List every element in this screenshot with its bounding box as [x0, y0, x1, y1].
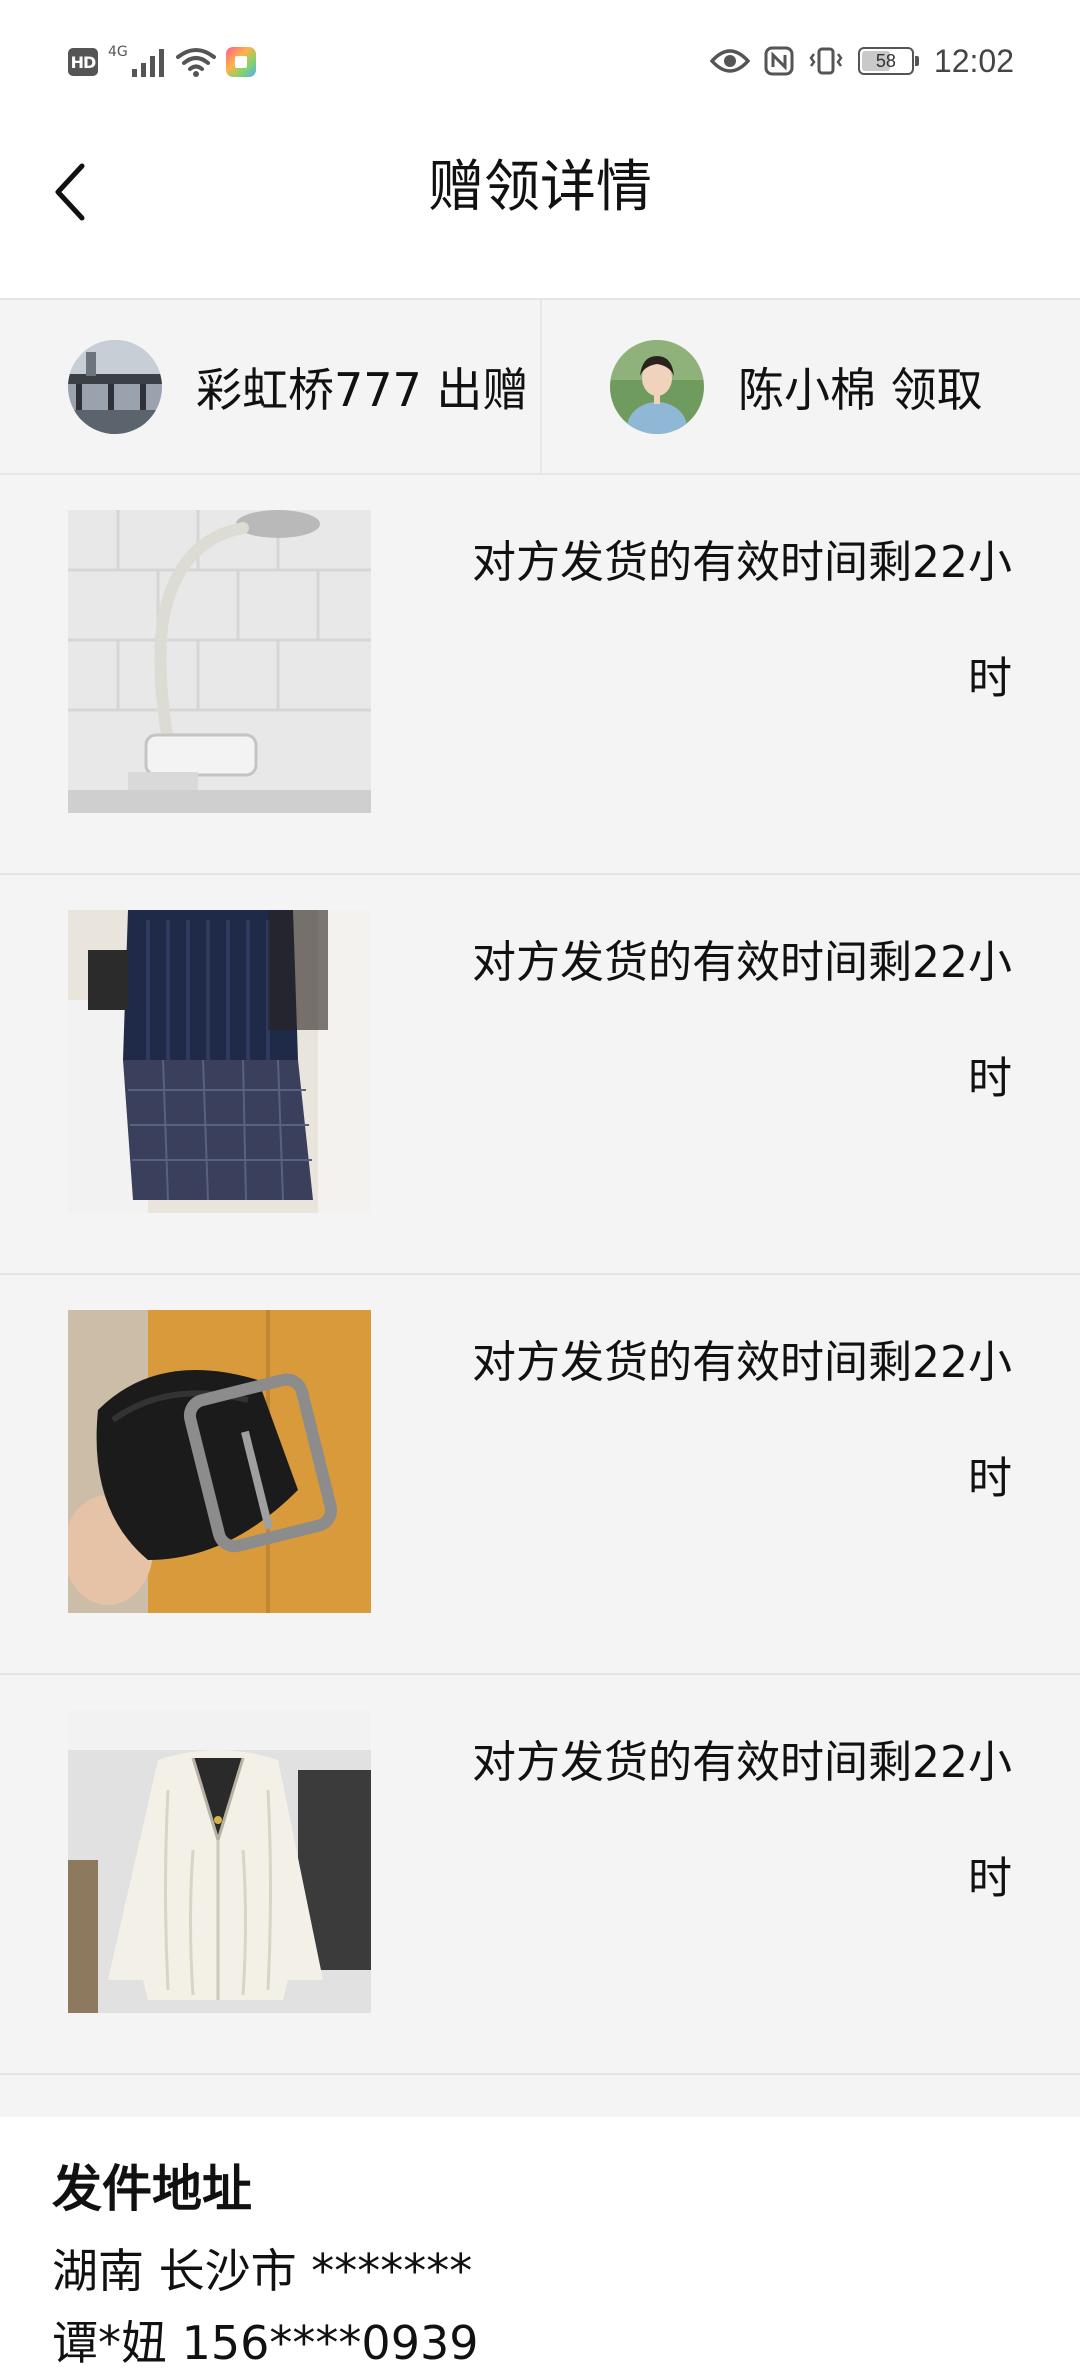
address-region: 湖南 长沙市 ******* — [52, 2244, 473, 2298]
receiver-label: 陈小棉 领取 — [738, 362, 983, 417]
giver-label: 彩虹桥777 出赠 — [196, 362, 529, 417]
header: 赠领详情 — [0, 120, 1080, 298]
address-contact: 谭*妞 156****0939 — [52, 2316, 479, 2370]
page-title: 赠领详情 — [428, 155, 652, 220]
gift-list: 对方发货的有效时间剩22小时 对方发货的有效时间剩22小时 对方发货的有效时间剩… — [0, 475, 1080, 2117]
clock: 12:02 — [933, 42, 1014, 79]
gift-image-desk-lamp[interactable] — [68, 510, 371, 813]
gift-image-vest-skirt[interactable] — [68, 910, 371, 1213]
hd-icon: HD — [68, 48, 98, 76]
participants-bar: 彩虹桥777 出赠 陈小棉 领取 — [0, 298, 1080, 475]
app-notification-icon — [225, 47, 256, 77]
signal-icon — [131, 49, 164, 77]
gift-status: 对方发货的有效时间剩22小时 — [472, 937, 1012, 1104]
giver-avatar[interactable] — [68, 339, 162, 434]
giver[interactable]: 彩虹桥777 出赠 — [0, 300, 540, 473]
eye-icon — [709, 49, 750, 73]
wifi-icon — [175, 48, 216, 77]
gift-status: 对方发货的有效时间剩22小时 — [472, 1737, 1012, 1904]
network-type-label: 4G — [108, 44, 128, 60]
battery-level: 58 — [875, 50, 896, 71]
gift-item[interactable]: 对方发货的有效时间剩22小时 — [0, 1275, 1080, 1675]
gift-status: 对方发货的有效时间剩22小时 — [472, 537, 1012, 704]
gift-image-cardigan[interactable] — [68, 1710, 371, 2013]
status-bar: HD 4G 58 12:02 — [0, 0, 1080, 120]
gift-item[interactable]: 对方发货的有效时间剩22小时 — [0, 875, 1080, 1275]
status-left-icons: HD 4G — [68, 40, 256, 84]
receiver[interactable]: 陈小棉 领取 — [540, 300, 1080, 473]
vibrate-icon — [809, 47, 843, 75]
gift-status: 对方发货的有效时间剩22小时 — [472, 1337, 1012, 1504]
gift-item[interactable]: 对方发货的有效时间剩22小时 — [0, 1675, 1080, 2075]
nfc-icon — [764, 46, 794, 76]
receiver-avatar[interactable] — [610, 339, 704, 434]
battery-icon: 58 — [857, 47, 919, 75]
address-heading: 发件地址 — [52, 2160, 252, 2218]
address-card: 发件地址 湖南 长沙市 ******* 谭*妞 156****0939 — [0, 2117, 1080, 2370]
gift-image-belt[interactable] — [68, 1310, 371, 1613]
status-right-icons: 58 12:02 — [709, 38, 1014, 84]
gift-item[interactable]: 对方发货的有效时间剩22小时 — [0, 475, 1080, 875]
